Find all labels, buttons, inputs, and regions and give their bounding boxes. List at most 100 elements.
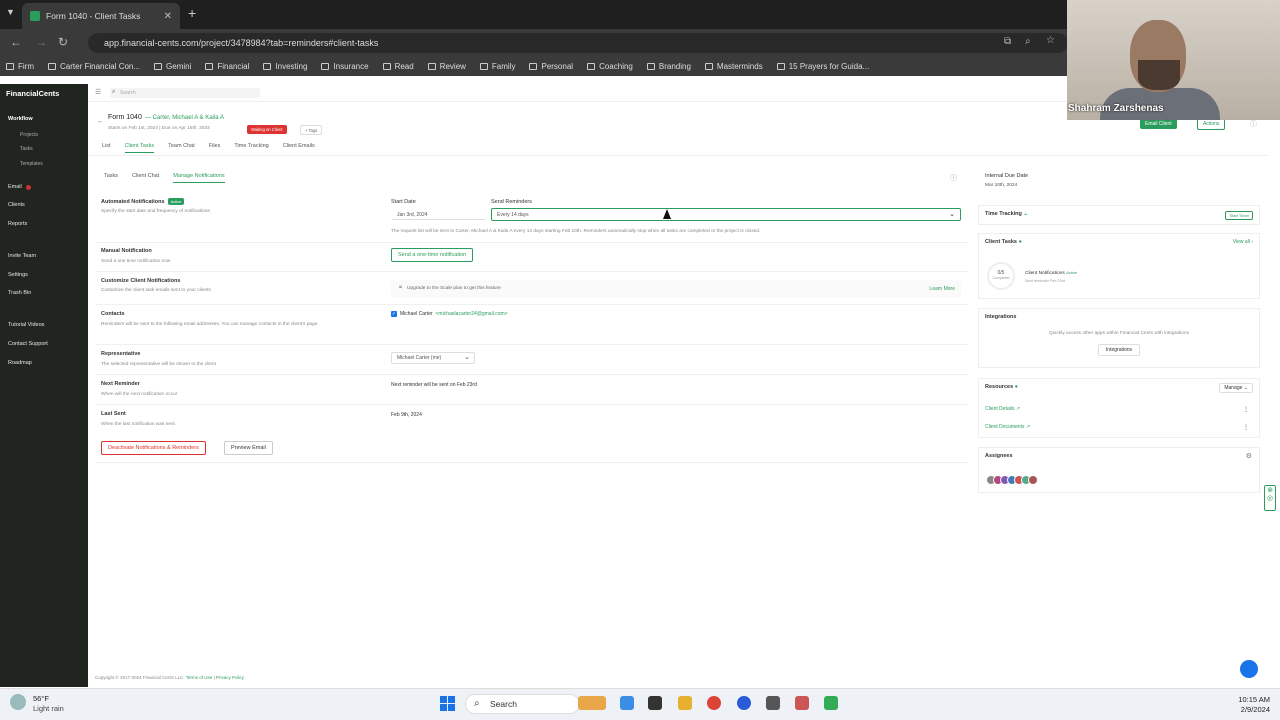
taskbar-app-icon[interactable] bbox=[824, 696, 838, 710]
sidebar-item[interactable]: Settings bbox=[8, 272, 28, 278]
project-tab[interactable]: Client Tasks bbox=[124, 143, 155, 153]
client-documents-link[interactable]: Client Documents ↗ bbox=[985, 424, 1030, 430]
view-all-link[interactable]: View all › bbox=[1233, 239, 1253, 245]
project-tab[interactable]: List bbox=[102, 143, 111, 153]
bookmark-item[interactable]: Personal bbox=[529, 62, 573, 71]
sidebar-item[interactable]: Reports bbox=[8, 221, 27, 227]
bookmark-item[interactable]: 15 Prayers for Guida... bbox=[776, 62, 869, 71]
sidebar-item-label: Tutorial Videos bbox=[8, 322, 45, 328]
sub-tab[interactable]: Manage Notifications bbox=[173, 173, 225, 183]
bookmark-item[interactable]: Family bbox=[479, 62, 515, 71]
bookmark-item[interactable]: Gemini bbox=[154, 62, 191, 71]
menu-icon[interactable]: ☰ bbox=[95, 88, 101, 96]
bookmark-star-icon[interactable]: ☆ bbox=[1046, 35, 1055, 46]
start-timer-button[interactable]: Start Timer bbox=[1225, 211, 1253, 220]
weather-icon[interactable] bbox=[10, 694, 26, 710]
sidebar-item[interactable]: Projects bbox=[20, 132, 38, 138]
row-divider bbox=[96, 242, 968, 243]
learn-more-link[interactable]: Learn More bbox=[929, 286, 955, 292]
client-details-link[interactable]: Client Details ↗ bbox=[985, 406, 1020, 412]
terms-link[interactable]: Terms of Use bbox=[186, 675, 213, 680]
representative-select[interactable]: Michael Carter (me) ⌄ bbox=[391, 352, 475, 364]
reload-icon[interactable]: ↻ bbox=[58, 35, 68, 49]
sub-tab[interactable]: Tasks bbox=[104, 173, 118, 183]
project-client-link[interactable]: — Carter, Michael A & Kaila A bbox=[145, 115, 224, 121]
windows-start-icon[interactable] bbox=[440, 696, 455, 711]
forward-icon[interactable]: → bbox=[35, 35, 47, 49]
assignee-avatars[interactable] bbox=[986, 475, 1038, 487]
gear-icon[interactable]: ⚙ bbox=[1246, 452, 1252, 460]
sidebar-item[interactable]: Clients bbox=[8, 202, 25, 208]
bookmark-item[interactable]: Firm bbox=[6, 62, 34, 71]
time-tracking-title[interactable]: Time Tracking ⌄ bbox=[979, 206, 1259, 222]
chat-widget-icon[interactable] bbox=[1240, 660, 1258, 678]
url-field[interactable]: app.financial-cents.com/project/3478984?… bbox=[88, 33, 1068, 53]
sidebar-item[interactable]: Invite Team bbox=[8, 253, 36, 259]
sidebar-item[interactable]: Tutorial Videos bbox=[8, 322, 44, 328]
bookmark-item[interactable]: Financial bbox=[205, 62, 249, 71]
start-date-field[interactable]: Jan 3rd, 2024 bbox=[391, 209, 486, 220]
deactivate-button[interactable]: Deactivate Notifications & Reminders bbox=[101, 441, 206, 455]
sidebar-item[interactable]: Email bbox=[8, 184, 31, 190]
email-client-button[interactable]: Email Client bbox=[1140, 119, 1177, 129]
taskbar-app-icon[interactable] bbox=[648, 696, 662, 710]
file-explorer-icon[interactable] bbox=[678, 696, 692, 710]
more-icon[interactable]: ⋮ bbox=[1243, 406, 1249, 413]
bookmark-item[interactable]: Carter Financial Con... bbox=[48, 62, 140, 71]
send-reminders-note: The request list will be sent to Carter,… bbox=[391, 229, 761, 234]
side-widget[interactable]: ⊗ ◎ bbox=[1264, 485, 1276, 511]
bookmark-item[interactable]: Masterminds bbox=[704, 62, 763, 71]
target-icon[interactable]: ◎ bbox=[1265, 494, 1275, 502]
cast-icon[interactable]: ⧉ bbox=[1004, 36, 1011, 47]
info-icon[interactable]: ⓘ bbox=[950, 173, 957, 183]
taskbar-search[interactable]: ⌕ Search bbox=[465, 694, 580, 714]
tab-menu-icon[interactable]: ▼ bbox=[6, 7, 15, 17]
taskbar-app-icon[interactable] bbox=[620, 696, 634, 710]
integrations-card: Integrations Quickly access other apps w… bbox=[978, 308, 1260, 368]
integrations-button[interactable]: Integrations bbox=[1098, 344, 1140, 357]
manage-button[interactable]: Manage ⌄ bbox=[1219, 383, 1253, 393]
sidebar-item[interactable]: Templates bbox=[20, 161, 43, 167]
bookmark-item[interactable]: Read bbox=[382, 62, 414, 71]
bookmark-item[interactable]: Branding bbox=[646, 62, 691, 71]
sidebar-item[interactable]: Contact Support bbox=[8, 341, 48, 347]
sidebar-item[interactable]: Tasks bbox=[20, 146, 33, 152]
close-icon[interactable]: ⊗ bbox=[1265, 486, 1275, 494]
sidebar-item[interactable]: Roadmap bbox=[8, 360, 32, 366]
bookmark-item[interactable]: Investing bbox=[263, 62, 307, 71]
project-tab[interactable]: Client Emails bbox=[283, 143, 315, 153]
brand-logo: FinancialCents bbox=[6, 89, 60, 98]
preview-email-button[interactable]: Preview Email bbox=[224, 441, 273, 455]
sidebar-item[interactable]: Trash Bin bbox=[8, 290, 31, 296]
more-icon[interactable]: ⋮ bbox=[1243, 424, 1249, 431]
sidebar-item[interactable]: Workflow bbox=[8, 116, 33, 122]
contact-checkbox[interactable]: ✓ bbox=[391, 311, 397, 317]
zoom-icon[interactable]: ⌕ bbox=[1025, 36, 1031, 47]
send-reminders-select[interactable]: Every 14 days ⌄ bbox=[491, 208, 961, 221]
back-arrow-icon[interactable]: ← bbox=[97, 118, 104, 125]
chrome-icon[interactable] bbox=[707, 696, 721, 710]
sub-tab[interactable]: Client Chat bbox=[132, 173, 159, 183]
send-one-time-button[interactable]: Send a one-time notification bbox=[391, 248, 474, 262]
project-tab[interactable]: Team Chat bbox=[168, 143, 195, 153]
status-badge[interactable]: Waiting on Client bbox=[247, 125, 287, 134]
close-tab-icon[interactable]: ✕ bbox=[164, 11, 172, 22]
taskbar-app-icon[interactable] bbox=[766, 696, 780, 710]
tags-button[interactable]: + Tags bbox=[300, 125, 323, 135]
back-icon[interactable]: ← bbox=[10, 35, 22, 49]
bookmark-item[interactable]: Review bbox=[427, 62, 466, 71]
project-tab[interactable]: Files bbox=[209, 143, 221, 153]
taskbar-widget-icon[interactable] bbox=[578, 696, 606, 710]
client-task-item[interactable]: Client Notifications Active bbox=[1025, 270, 1077, 276]
bookmark-item[interactable]: Insurance bbox=[321, 62, 369, 71]
privacy-link[interactable]: Privacy Policy bbox=[216, 675, 244, 680]
taskbar-app-icon[interactable] bbox=[737, 696, 751, 710]
project-tab[interactable]: Time Tracking bbox=[234, 143, 268, 153]
help-icon[interactable]: ⓘ bbox=[1250, 119, 1257, 129]
browser-tab[interactable]: Form 1040 - Client Tasks ✕ bbox=[22, 3, 180, 29]
search-input[interactable]: ⌕ Search bbox=[110, 88, 260, 98]
avatar bbox=[1028, 475, 1038, 485]
bookmark-item[interactable]: Coaching bbox=[587, 62, 633, 71]
taskbar-app-icon[interactable] bbox=[795, 696, 809, 710]
new-tab-icon[interactable]: + bbox=[188, 5, 196, 21]
